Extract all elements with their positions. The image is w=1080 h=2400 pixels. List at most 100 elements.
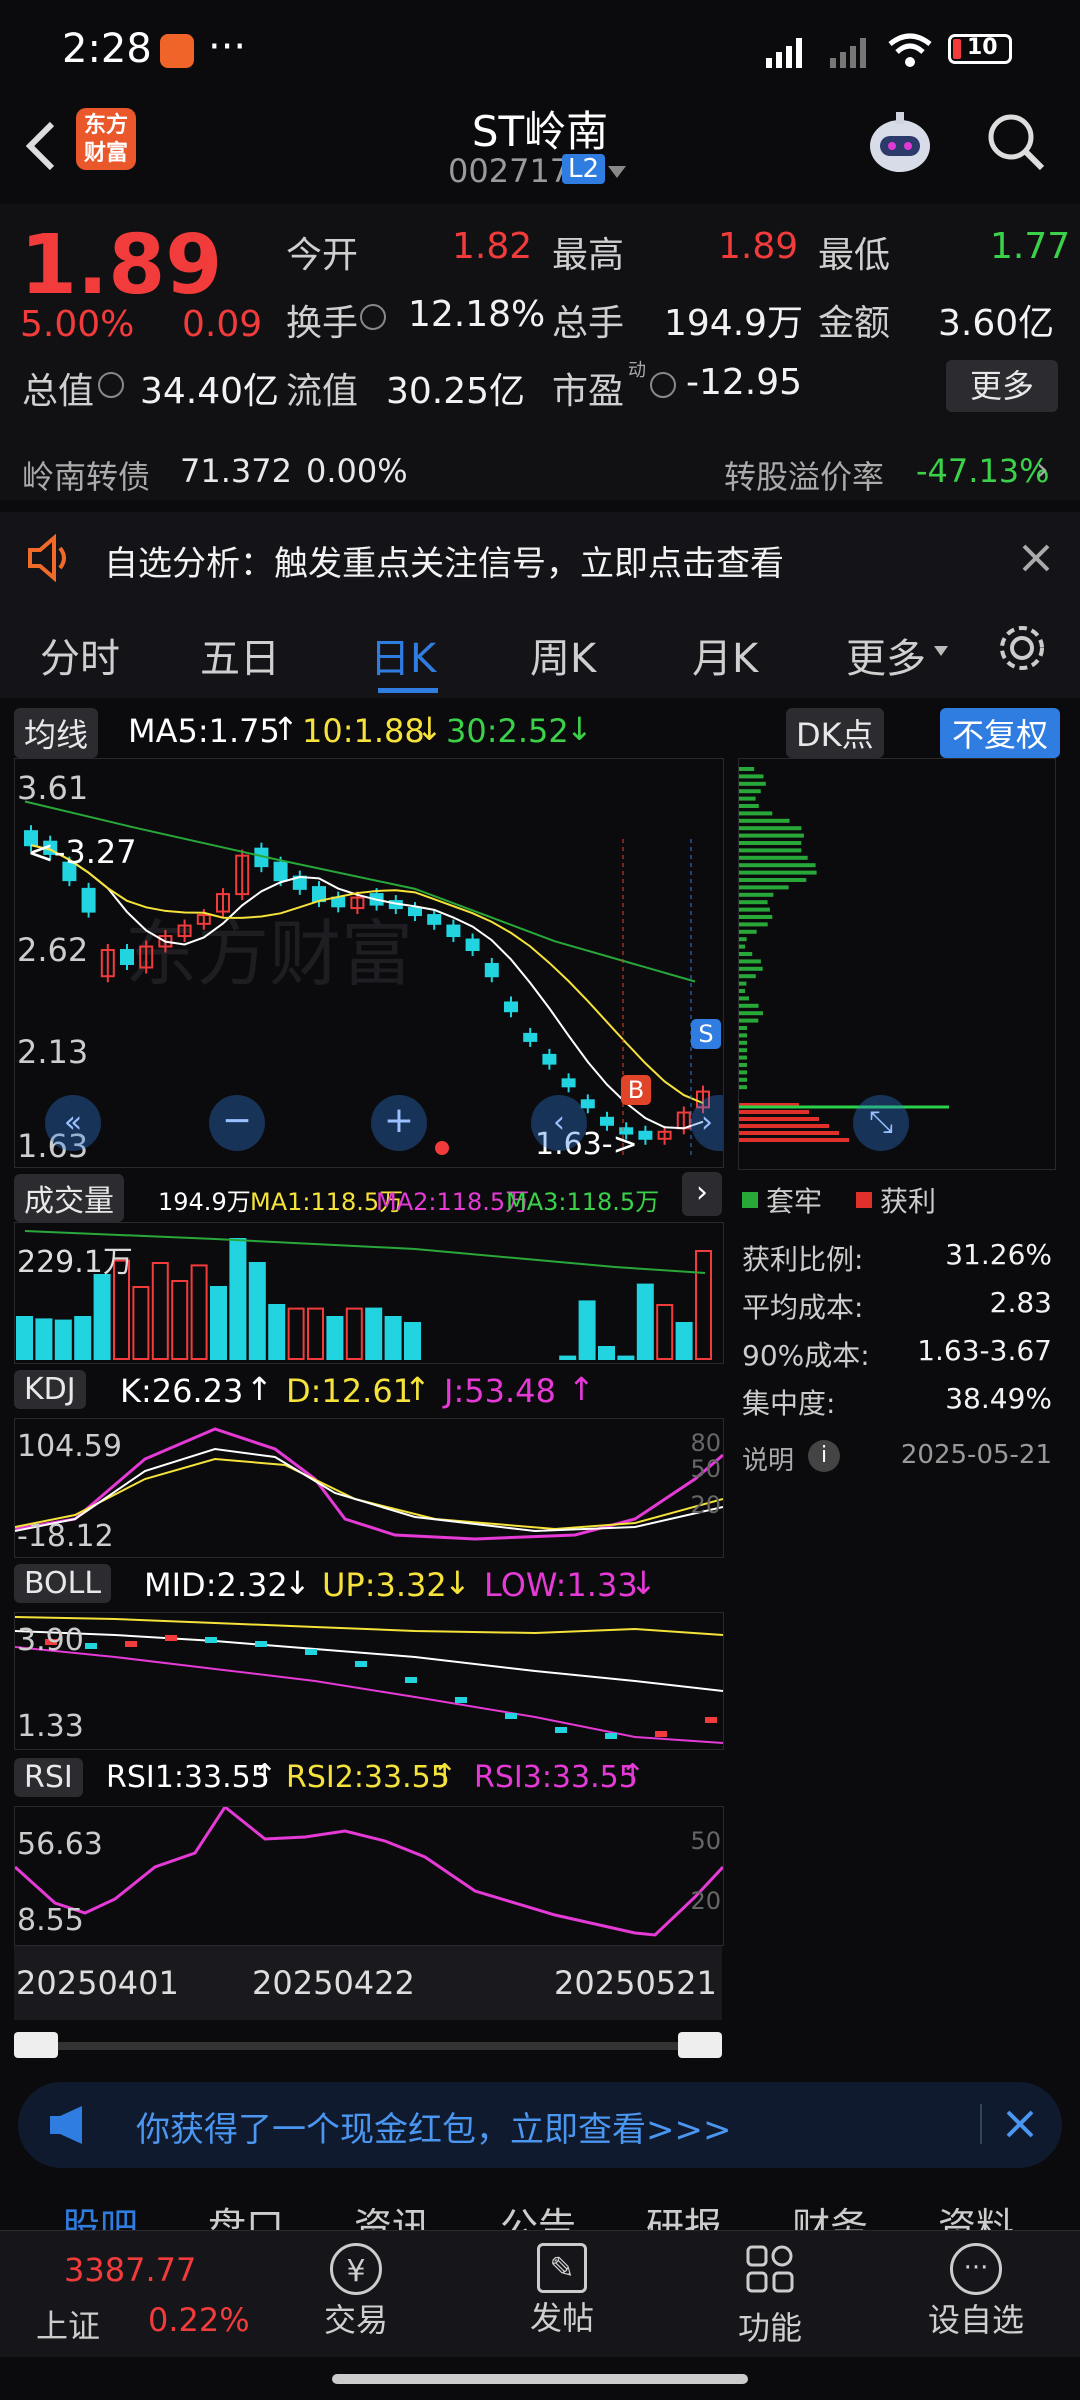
tab-fenshi[interactable]: 分时 <box>40 626 120 684</box>
boll-selector[interactable]: BOLL <box>14 1564 112 1603</box>
rsi-selector[interactable]: RSI <box>14 1758 83 1797</box>
info-circle-icon[interactable]: i <box>808 1440 840 1472</box>
bottom-toolbar: 3387.77 上证 0.22% ¥ 交易 ✎ 发帖 功能 ··· 设自选 <box>0 2230 1080 2357</box>
chip-bar-trapped <box>739 1040 747 1045</box>
chevron-right-icon[interactable]: › <box>1036 450 1049 488</box>
subtab-pankou[interactable]: 盘口 <box>208 2196 284 2230</box>
amount-value: 3.60亿 <box>938 303 1055 344</box>
volume-bar <box>151 1262 169 1360</box>
robot-assistant-icon[interactable] <box>862 106 938 182</box>
boll-up: UP:3.32 <box>322 1566 447 1604</box>
ma-legend-bar: 均线 MA5:1.75 ↑ 10:1.88 ↓ 30:2.52 ↓ DK点 不复… <box>0 702 1080 758</box>
slider-handle-left[interactable] <box>14 2032 58 2058</box>
down-arrow-icon: ↓ <box>284 1564 311 1602</box>
trade-label: 交易 <box>323 2301 388 2339</box>
tab-zhouk[interactable]: 周K <box>530 626 596 684</box>
slider-handle-right[interactable] <box>678 2032 722 2058</box>
chip-bar-trapped <box>739 1077 747 1082</box>
kline-chart[interactable]: 东方财富 3.61 2.62 2.13 1.63 <-3.27 1.63-> S… <box>14 758 724 1168</box>
subtab-caiwu[interactable]: 财务 <box>792 2196 868 2230</box>
chip-stat-label: 获利比例: <box>742 1243 864 1276</box>
bond-row[interactable]: 岭南转债 71.372 0.00% 转股溢价率 -47.13% › <box>0 436 1080 506</box>
tab-rik[interactable]: 日K <box>370 626 436 684</box>
chip-stat-label: 90%成本: <box>742 1339 870 1372</box>
post-button[interactable]: ✎ 发帖 <box>492 2243 632 2339</box>
subtab-zixun[interactable]: 资讯 <box>354 2196 430 2230</box>
volume-bar <box>16 1316 33 1360</box>
subtab-ziliao[interactable]: 资料 <box>938 2196 1014 2230</box>
tab-more[interactable]: 更多 <box>846 626 926 684</box>
scroll-left-icon[interactable]: « <box>45 1095 101 1151</box>
fq-button[interactable]: 不复权 <box>940 708 1061 758</box>
ma-selector[interactable]: 均线 <box>14 708 99 758</box>
status-bar: 2:28 ··· 10 <box>0 0 1080 100</box>
close-icon[interactable] <box>1020 542 1052 578</box>
volume-selector[interactable]: 成交量 <box>14 1174 124 1222</box>
volume-bar <box>93 1274 111 1360</box>
volume-bar <box>365 1307 383 1360</box>
volume-bar <box>578 1300 596 1360</box>
chip-stat-label: 集中度: <box>742 1387 836 1420</box>
yen-circle-icon: ¥ <box>330 2243 382 2295</box>
volume-chart[interactable]: 229.1万 <box>14 1222 724 1364</box>
boll-candle <box>505 1713 517 1719</box>
scroll-prev-icon[interactable]: ‹ <box>531 1095 587 1151</box>
chevron-right-icon[interactable]: › <box>682 1172 722 1216</box>
add-watchlist-button[interactable]: ··· 设自选 <box>906 2243 1046 2341</box>
range-slider[interactable] <box>14 2030 722 2062</box>
zoom-out-icon[interactable]: − <box>209 1095 265 1151</box>
chip-bar-trapped <box>739 796 756 801</box>
alert-bar[interactable]: 自选分析：触发重点关注信号，立即点击查看 <box>0 512 1080 604</box>
high-value: 1.89 <box>718 226 799 267</box>
dropdown-triangle-icon[interactable] <box>608 166 626 178</box>
tab-wuri[interactable]: 五日 <box>200 626 280 684</box>
boll-candle <box>455 1697 467 1703</box>
kdj-chart[interactable]: 104.59 -18.12 80 50 20 <box>14 1418 724 1558</box>
expand-icon[interactable]: ⤡ <box>853 1095 909 1151</box>
rsi-3: RSI3:33.55 <box>474 1760 638 1795</box>
subtab-yanbao[interactable]: 研报 <box>646 2196 722 2230</box>
sell-signal-badge[interactable]: S <box>691 1019 721 1049</box>
chip-bar-profit <box>739 1110 809 1114</box>
level2-badge[interactable]: L2 <box>562 154 606 184</box>
info-icon[interactable] <box>360 304 386 330</box>
subtab-guba[interactable]: 股吧 <box>62 2196 138 2230</box>
trade-button[interactable]: ¥ 交易 <box>286 2243 426 2341</box>
rsi-chart[interactable]: 56.63 8.55 50 20 <box>14 1806 724 1946</box>
bond-change: 0.00% <box>306 452 408 490</box>
close-icon[interactable] <box>1004 2108 1036 2144</box>
volume-bar <box>210 1286 227 1360</box>
zoom-in-icon[interactable]: + <box>371 1095 427 1151</box>
settings-gear-icon[interactable] <box>996 622 1048 678</box>
buy-signal-badge[interactable]: B <box>621 1075 651 1105</box>
volume-bar <box>229 1238 247 1360</box>
search-icon[interactable] <box>984 110 1048 174</box>
chip-bar-trapped <box>739 804 759 808</box>
chip-bar-trapped <box>739 892 774 897</box>
promo-banner[interactable]: 你获得了一个现金红包，立即查看>>> <box>18 2082 1062 2168</box>
subtab-gonggao[interactable]: 公告 <box>500 2196 576 2230</box>
function-button[interactable]: 功能 <box>700 2243 840 2349</box>
boll-legend: BOLL MID:2.32 ↓ UP:3.32 ↓ LOW:1.33 ↓ <box>0 1560 730 1610</box>
kdj-j: J:53.48 <box>444 1372 556 1410</box>
status-time: 2:28 <box>62 26 152 72</box>
more-button[interactable]: 更多 <box>946 360 1058 412</box>
trapped-swatch <box>742 1192 758 1208</box>
info-icon[interactable] <box>98 372 124 398</box>
boll-chart[interactable]: 3.90 1.33 <box>14 1612 724 1750</box>
ma5-value: MA5:1.75 <box>128 712 280 750</box>
home-indicator[interactable] <box>332 2374 748 2384</box>
kdj-selector[interactable]: KDJ <box>14 1370 86 1409</box>
chip-distribution[interactable]: ⤡ <box>738 758 1056 1170</box>
candle-body <box>465 938 480 952</box>
candle-body <box>312 886 326 903</box>
tab-yuek[interactable]: 月K <box>692 626 758 684</box>
boll-candle <box>605 1733 617 1739</box>
up-arrow-icon: ↑ <box>252 1758 278 1793</box>
vol-ma3: MA3:118.5万 <box>506 1188 660 1216</box>
info-icon[interactable] <box>650 372 676 398</box>
down-arrow-icon: ↓ <box>416 710 443 748</box>
volume-bar <box>74 1316 92 1360</box>
dk-point-button[interactable]: DK点 <box>786 708 884 758</box>
boll-low-line <box>15 1646 723 1744</box>
